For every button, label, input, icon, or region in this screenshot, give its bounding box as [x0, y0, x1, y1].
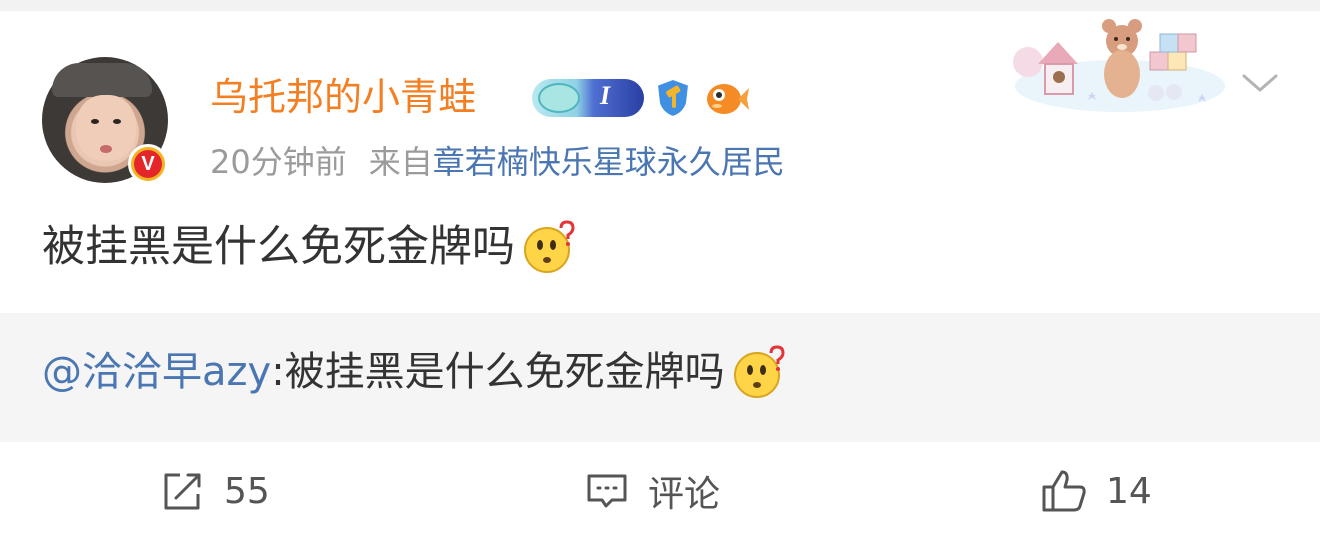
- post-content: 被挂黑是什么免死金牌吗: [42, 218, 577, 276]
- chevron-down-icon[interactable]: [1238, 68, 1282, 98]
- post-time: 20分钟前: [210, 143, 347, 181]
- brain-level-badge-icon[interactable]: I: [532, 79, 644, 117]
- goldfish-badge-icon[interactable]: [704, 78, 750, 118]
- from-label: 来自: [368, 143, 433, 181]
- mention-link[interactable]: @洽洽早azy: [42, 343, 271, 401]
- avatar-right-eye: [113, 119, 121, 124]
- post-meta: 20分钟前 来自章若楠快乐星球永久居民: [210, 140, 785, 184]
- comment-label: 评论: [648, 474, 721, 515]
- like-button[interactable]: 14: [1040, 442, 1152, 540]
- card-decoration-illustration: [1013, 19, 1225, 112]
- thumbs-up-icon: [1042, 470, 1086, 512]
- username[interactable]: 乌托邦的小青蛙: [210, 73, 476, 121]
- confused-face-emoji-icon: [524, 220, 575, 273]
- repost-text-line: @洽洽早azy: 被挂黑是什么免死金牌吗: [42, 343, 787, 401]
- repost-count: 55: [224, 470, 270, 512]
- level-badge-mark: I: [600, 81, 611, 110]
- repost-separator: :: [271, 349, 285, 395]
- weibo-post-card: V 乌托邦的小青蛙 I 20分钟前 来自章若楠快乐星球永久居民 被挂黑是什么免死…: [0, 0, 1320, 540]
- top-divider: [0, 0, 1320, 11]
- action-bar: 55 评论 14: [0, 442, 1320, 540]
- post-text: 被挂黑是什么免死金牌吗: [42, 222, 515, 272]
- avatar-cap: [52, 63, 152, 97]
- like-count: 14: [1106, 470, 1152, 512]
- avatar-mouth: [100, 145, 112, 153]
- repost-button[interactable]: 55: [160, 442, 270, 540]
- repost-text: 被挂黑是什么免死金牌吗: [284, 349, 725, 395]
- shield-hammer-badge-icon[interactable]: [654, 77, 692, 119]
- verified-badge-icon: V: [128, 144, 168, 184]
- comment-button[interactable]: 评论: [584, 442, 720, 540]
- user-badges: I: [532, 76, 750, 120]
- post-source-link[interactable]: 章若楠快乐星球永久居民: [433, 143, 785, 181]
- repost-icon: [164, 473, 201, 510]
- comment-icon: [587, 474, 627, 508]
- brain-icon: [538, 83, 580, 113]
- avatar-left-eye: [91, 119, 99, 124]
- confused-face-emoji-icon: [733, 345, 785, 398]
- verified-v-label: V: [134, 150, 162, 178]
